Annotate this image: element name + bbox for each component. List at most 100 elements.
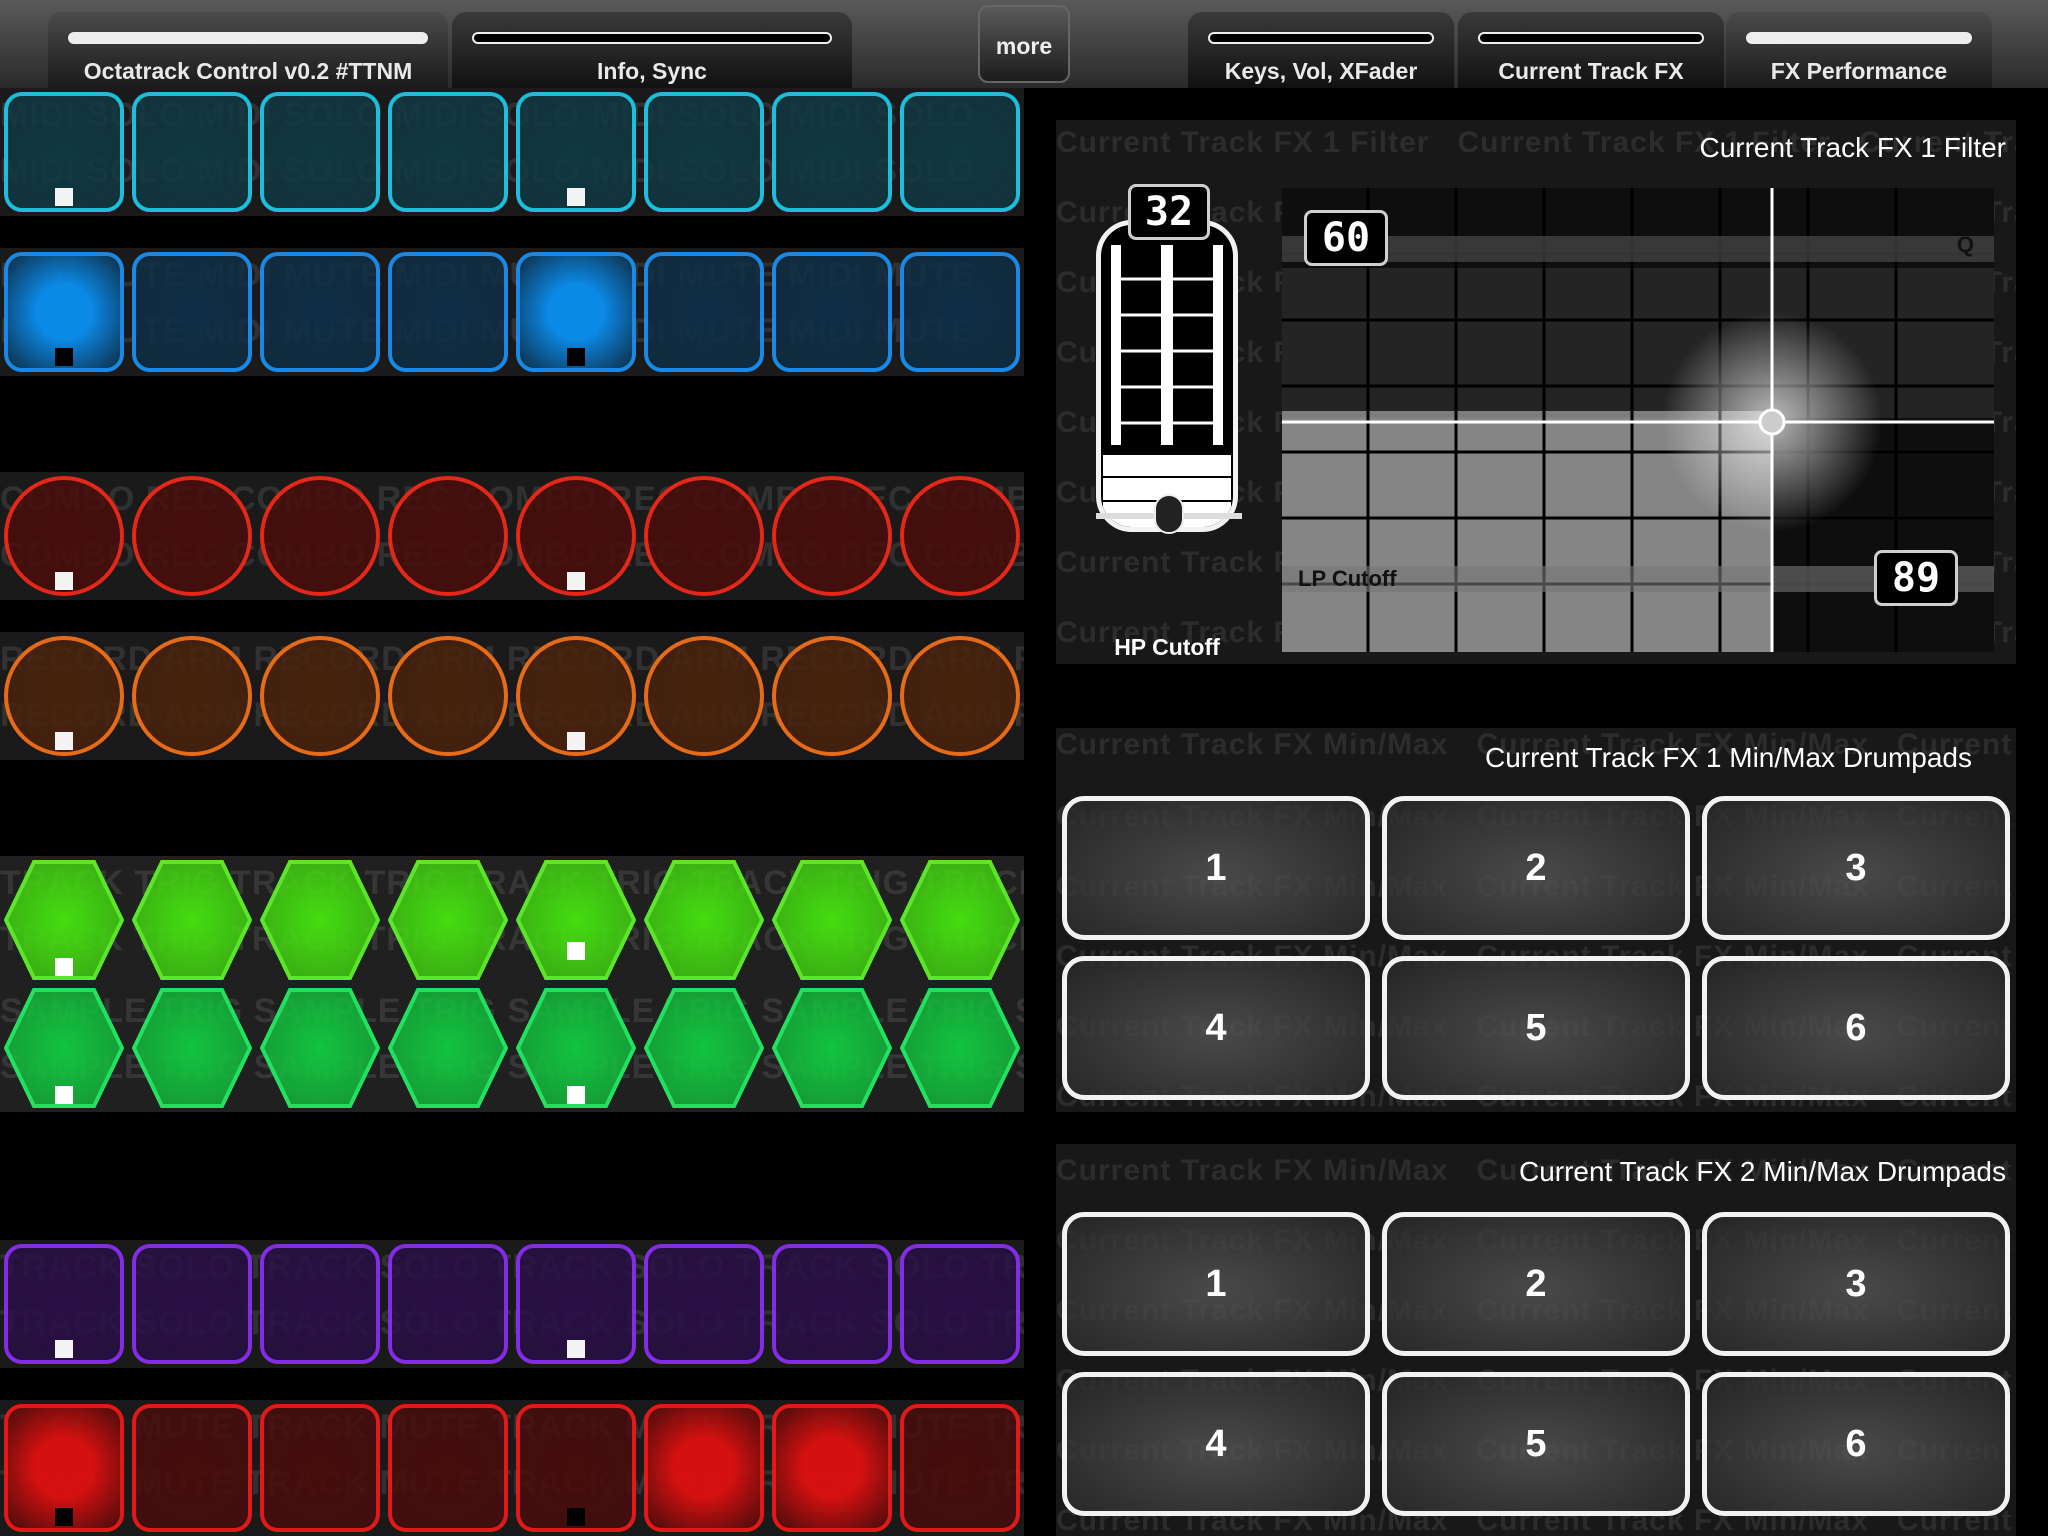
fx2-drumpad-4[interactable]: 4 bbox=[1062, 1372, 1370, 1516]
track-solo-pad-4[interactable] bbox=[388, 1244, 508, 1364]
sample-trig-pad-6[interactable] bbox=[644, 986, 764, 1110]
more-button[interactable]: more bbox=[978, 5, 1070, 83]
midi-mute-pad-4[interactable] bbox=[388, 252, 508, 372]
record-arm-pad-7[interactable] bbox=[772, 636, 892, 756]
hex-pad-shape bbox=[772, 860, 892, 980]
track-trig-pad-4[interactable] bbox=[388, 858, 508, 982]
fx2-drumpad-3[interactable]: 3 bbox=[1702, 1212, 2010, 1356]
hp-cutoff-handle[interactable] bbox=[1154, 494, 1184, 534]
combo-rec-pad-8[interactable] bbox=[900, 476, 1020, 596]
pad-indicator-square bbox=[567, 1086, 585, 1104]
pad-indicator-square bbox=[55, 1508, 73, 1526]
drumpads-2-panel: Current Track FX Min/Max Current Track F… bbox=[1056, 1144, 2016, 1536]
combo-rec-pad-6[interactable] bbox=[644, 476, 764, 596]
tab-keys-vol-xfader[interactable]: Keys, Vol, XFader bbox=[1188, 12, 1454, 88]
track-solo-pad-2[interactable] bbox=[132, 1244, 252, 1364]
midi-solo-pad-8[interactable] bbox=[900, 92, 1020, 212]
midi-solo-pad-1[interactable] bbox=[4, 92, 124, 212]
combo-rec-pad-7[interactable] bbox=[772, 476, 892, 596]
fx2-drumpad-1[interactable]: 1 bbox=[1062, 1212, 1370, 1356]
fx1-drumpad-3[interactable]: 3 bbox=[1702, 796, 2010, 940]
sample-trig-pad-3[interactable] bbox=[260, 986, 380, 1110]
midi-solo-pad-4[interactable] bbox=[388, 92, 508, 212]
sample-trig-pad-2[interactable] bbox=[132, 986, 252, 1110]
fx1-drumpad-6[interactable]: 6 bbox=[1702, 956, 2010, 1100]
pad-indicator-square bbox=[55, 1086, 73, 1104]
track-mute-pad-7[interactable] bbox=[772, 1404, 892, 1532]
midi-solo-pad-2[interactable] bbox=[132, 92, 252, 212]
record-arm-pad-3[interactable] bbox=[260, 636, 380, 756]
track-trig-pad-7[interactable] bbox=[772, 858, 892, 982]
record-arm-pad-2[interactable] bbox=[132, 636, 252, 756]
combo-rec-pad-1[interactable] bbox=[4, 476, 124, 596]
track-mute-pad-5[interactable] bbox=[516, 1404, 636, 1532]
pad-indicator-square bbox=[55, 732, 73, 750]
combo-rec-pad-3[interactable] bbox=[260, 476, 380, 596]
sample-trig-pad-5[interactable] bbox=[516, 986, 636, 1110]
sample-trig-pad-4[interactable] bbox=[388, 986, 508, 1110]
midi-mute-pad-5[interactable] bbox=[516, 252, 636, 372]
record-arm-pad-1[interactable] bbox=[4, 636, 124, 756]
combo-rec-pad-5[interactable] bbox=[516, 476, 636, 596]
midi-mute-pad-6[interactable] bbox=[644, 252, 764, 372]
track-solo-pad-8[interactable] bbox=[900, 1244, 1020, 1364]
fx1-drumpad-2[interactable]: 2 bbox=[1382, 796, 1690, 940]
tab-fx-performance[interactable]: FX Performance bbox=[1726, 12, 1992, 88]
midi-mute-pad-8[interactable] bbox=[900, 252, 1020, 372]
track-mute-pad-2[interactable] bbox=[132, 1404, 252, 1532]
fx1-drumpad-5[interactable]: 5 bbox=[1382, 956, 1690, 1100]
midi-solo-pad-7[interactable] bbox=[772, 92, 892, 212]
track-mute-pad-3[interactable] bbox=[260, 1404, 380, 1532]
pad-indicator-square bbox=[55, 958, 73, 976]
track-mute-pad-4[interactable] bbox=[388, 1404, 508, 1532]
midi-mute-pad-7[interactable] bbox=[772, 252, 892, 372]
hex-pad-shape bbox=[900, 860, 1020, 980]
lp-value-display: 89 bbox=[1874, 550, 1958, 606]
fx2-drumpad-6[interactable]: 6 bbox=[1702, 1372, 2010, 1516]
track-solo-pad-3[interactable] bbox=[260, 1244, 380, 1364]
pad-indicator-square bbox=[567, 348, 585, 366]
sample-trig-pad-7[interactable] bbox=[772, 986, 892, 1110]
track-trig-pad-1[interactable] bbox=[4, 858, 124, 982]
tab-octatrack-control[interactable]: Octatrack Control v0.2 #TTNM bbox=[48, 12, 448, 88]
record-arm-pad-4[interactable] bbox=[388, 636, 508, 756]
fx2-drumpad-2[interactable]: 2 bbox=[1382, 1212, 1690, 1356]
track-trig-pad-6[interactable] bbox=[644, 858, 764, 982]
drumpads-1-title: Current Track FX 1 Min/Max Drumpads bbox=[1484, 742, 1972, 773]
track-trig-pad-5[interactable] bbox=[516, 858, 636, 982]
hp-value-display: 32 bbox=[1128, 184, 1210, 240]
track-mute-pad-8[interactable] bbox=[900, 1404, 1020, 1532]
track-trig-pad-3[interactable] bbox=[260, 858, 380, 982]
record-arm-pad-6[interactable] bbox=[644, 636, 764, 756]
fx1-drumpad-1[interactable]: 1 bbox=[1062, 796, 1370, 940]
track-trig-pad-8[interactable] bbox=[900, 858, 1020, 982]
record-arm-pad-8[interactable] bbox=[900, 636, 1020, 756]
fx1-drumpad-4[interactable]: 4 bbox=[1062, 956, 1370, 1100]
record-arm-pad-5[interactable] bbox=[516, 636, 636, 756]
midi-solo-pad-3[interactable] bbox=[260, 92, 380, 212]
tab-indicator bbox=[472, 32, 832, 44]
midi-solo-pad-6[interactable] bbox=[644, 92, 764, 212]
track-solo-pad-1[interactable] bbox=[4, 1244, 124, 1364]
combo-rec-pad-2[interactable] bbox=[132, 476, 252, 596]
tab-info-sync[interactable]: Info, Sync bbox=[452, 12, 852, 88]
midi-mute-pad-1[interactable] bbox=[4, 252, 124, 372]
tab-current-track-fx[interactable]: Current Track FX bbox=[1458, 12, 1724, 88]
fx2-drumpad-5[interactable]: 5 bbox=[1382, 1372, 1690, 1516]
midi-mute-pad-2[interactable] bbox=[132, 252, 252, 372]
track-mute-pad-6[interactable] bbox=[644, 1404, 764, 1532]
sample-trig-pad-1[interactable] bbox=[4, 986, 124, 1110]
midi-solo-pad-5[interactable] bbox=[516, 92, 636, 212]
track-mute-pad-1[interactable] bbox=[4, 1404, 124, 1532]
midi-mute-pad-3[interactable] bbox=[260, 252, 380, 372]
sample-trig-pad-8[interactable] bbox=[900, 986, 1020, 1110]
track-solo-pad-7[interactable] bbox=[772, 1244, 892, 1364]
tab-label: FX Performance bbox=[1770, 58, 1948, 84]
tab-indicator bbox=[1746, 32, 1972, 44]
track-solo-pad-6[interactable] bbox=[644, 1244, 764, 1364]
track-trig-pad-2[interactable] bbox=[132, 858, 252, 982]
hp-cutoff-fader[interactable] bbox=[1096, 220, 1238, 532]
hex-pad-shape bbox=[388, 988, 508, 1108]
combo-rec-pad-4[interactable] bbox=[388, 476, 508, 596]
track-solo-pad-5[interactable] bbox=[516, 1244, 636, 1364]
